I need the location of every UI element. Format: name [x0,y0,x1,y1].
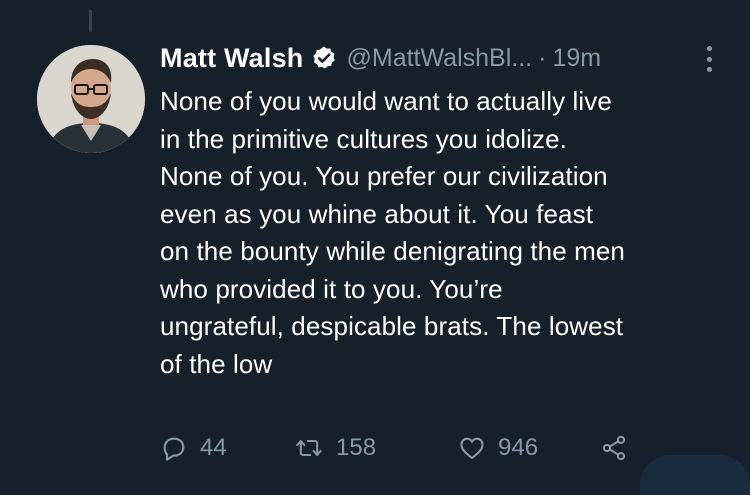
tweet-header: Matt Walsh @MattWalshBl... · 19m [160,40,601,76]
retweet-count: 158 [336,434,377,461]
tweet-text: None of you would want to actually live … [160,86,625,379]
author-display-name[interactable]: Matt Walsh [160,43,304,74]
reply-icon [160,434,188,462]
more-icon[interactable] [700,44,718,74]
avatar[interactable] [37,45,145,153]
retweet-button[interactable]: 158 [294,428,376,468]
like-button[interactable]: 946 [458,428,538,468]
like-count: 946 [498,434,539,461]
verified-icon [311,45,337,71]
retweet-icon [294,434,324,462]
reply-button[interactable]: 44 [160,428,227,468]
author-handle[interactable]: @MattWalshBl... [347,44,533,73]
thread-connector-line [89,10,92,32]
separator-dot: · [538,43,547,72]
tweet-timestamp[interactable]: 19m [552,44,601,73]
avatar-image [37,45,145,153]
share-icon [600,434,628,462]
like-icon [458,434,486,462]
floating-button-edge[interactable] [640,455,750,495]
reply-count: 44 [200,434,227,461]
share-button[interactable] [600,428,628,468]
